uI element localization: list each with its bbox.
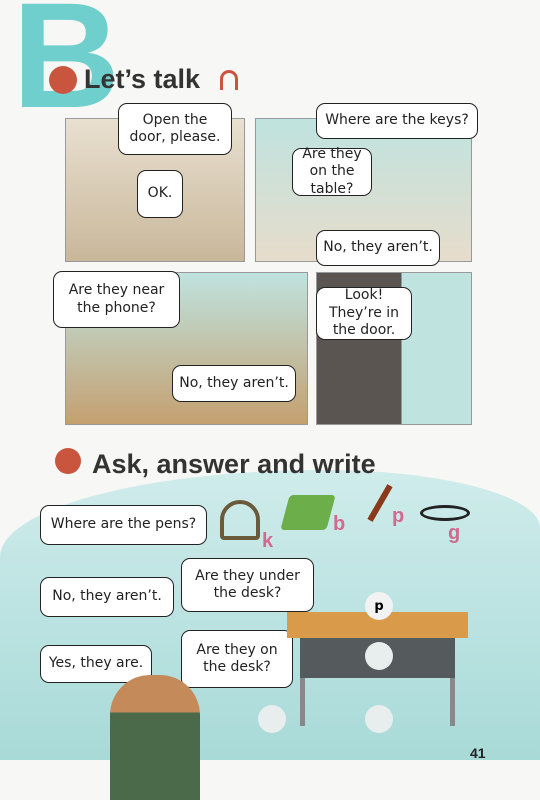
speech-bubble: Where are the keys? — [316, 103, 478, 139]
item-letter: b — [333, 513, 346, 535]
ask-title: Ask, answer and write — [92, 449, 376, 479]
talk-faces-icon — [49, 66, 77, 94]
answer-circle: p — [365, 592, 393, 620]
speech-bubble: No, they aren’t. — [40, 577, 174, 617]
item-letter: p — [392, 505, 405, 527]
pencil-icon — [55, 448, 81, 474]
desk-leg — [450, 678, 455, 726]
glasses-icon — [420, 505, 470, 521]
item-letter: k — [262, 530, 274, 552]
speech-bubble: Open the door, please. — [118, 103, 232, 155]
speech-bubble: Are they on the desk? — [181, 630, 293, 688]
page-number: 41 — [470, 745, 486, 761]
speech-bubble: Where are the pens? — [40, 505, 207, 545]
speech-bubble: Look! They’re in the door. — [316, 287, 412, 340]
answer-circle — [258, 705, 286, 733]
headphones-icon — [220, 70, 238, 90]
answer-circle — [365, 642, 393, 670]
answer-circle — [365, 705, 393, 733]
keys-icon — [220, 500, 260, 540]
desk-leg — [300, 678, 305, 726]
item-letter: g — [448, 522, 461, 544]
book-icon — [280, 495, 336, 530]
speech-bubble: Are they near the phone? — [53, 271, 180, 328]
speech-bubble: No, they aren’t. — [172, 365, 296, 402]
speech-bubble: No, they aren’t. — [316, 230, 440, 266]
children-illustration — [110, 675, 200, 800]
speech-bubble: OK. — [137, 170, 183, 218]
speech-bubble: Are they on the table? — [292, 146, 372, 197]
speech-bubble: Are they under the desk? — [181, 558, 314, 612]
lets-talk-title: Let’s talk — [84, 64, 201, 94]
